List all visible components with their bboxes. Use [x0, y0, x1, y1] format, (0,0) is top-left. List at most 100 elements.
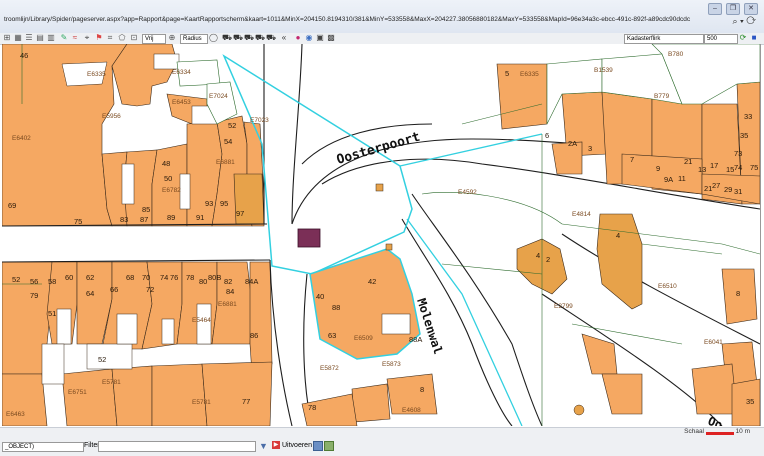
scale-dropdown[interactable]: 500	[704, 34, 738, 44]
filter-input[interactable]	[98, 441, 256, 452]
chevron-left-icon[interactable]: «	[280, 34, 288, 42]
table-icon[interactable]: ☰	[25, 34, 33, 42]
layer-dropdown[interactable]: Kadasterflirk	[624, 34, 704, 44]
polygon-tool-icon[interactable]: ⬠	[118, 34, 126, 42]
minimize-icon[interactable]: –	[708, 3, 722, 15]
parcel-id: E6782	[162, 187, 181, 194]
house-number: 75	[74, 217, 82, 226]
location-marker[interactable]	[297, 228, 321, 248]
scale-value: 10 m	[735, 428, 750, 435]
select-mode-dropdown[interactable]: Vrij	[142, 34, 166, 44]
house-number: 46	[20, 51, 28, 60]
house-number: 31	[734, 187, 742, 196]
house-number: 74	[160, 273, 168, 282]
record-icon[interactable]: ●	[294, 34, 302, 42]
run-button[interactable]: ▶ Uitvoeren	[272, 441, 312, 449]
parcel-id: E6453	[172, 99, 191, 106]
refresh-map-icon[interactable]: ⟳	[739, 34, 747, 42]
house-number: 93	[205, 199, 213, 208]
house-number: 33	[744, 112, 752, 121]
window-controls: – ❐ ✕	[708, 3, 758, 15]
house-number: 69	[8, 201, 16, 210]
identify-icon[interactable]: ⌖	[83, 34, 91, 42]
measure-icon[interactable]: ⊞	[3, 34, 11, 42]
house-number: 13	[698, 165, 706, 174]
house-number: 52	[98, 355, 106, 364]
parcel-id: E6881	[218, 301, 237, 308]
parcel-id: E5873	[382, 361, 401, 368]
close-icon[interactable]: ✕	[744, 3, 758, 15]
house-number: 8	[736, 289, 740, 298]
car-icon-5[interactable]: ⛟	[266, 34, 276, 42]
parcel-id: E5781	[192, 399, 211, 406]
cadastral-map[interactable]: Oosterpoort Molenwal Oo 46 69 75 83 87 8…	[2, 44, 760, 426]
zoom-box-icon[interactable]: ⊕	[168, 34, 176, 42]
line-tool-icon[interactable]: ≈	[71, 34, 79, 42]
layers-icon[interactable]: ▤	[36, 34, 44, 42]
car-icon-3[interactable]: ⛟	[244, 34, 254, 42]
house-number: 51	[48, 309, 56, 318]
parcel-id: E4592	[458, 189, 477, 196]
scale-bar	[706, 432, 734, 435]
car-icon-4[interactable]: ⛟	[255, 34, 265, 42]
select-tool-icon[interactable]: ⌗	[106, 34, 114, 42]
address-url[interactable]: troomlijn/Library/Spider/pageserver.aspx…	[4, 16, 724, 23]
funnel-icon[interactable]: ▼	[259, 441, 268, 451]
radius-dropdown[interactable]: Radius	[180, 34, 208, 44]
map-canvas[interactable]: Oosterpoort Molenwal Oo 46 69 75 83 87 8…	[2, 44, 761, 426]
house-number: 17	[710, 161, 718, 170]
house-number: 35	[746, 397, 754, 406]
house-number: 63	[328, 331, 336, 340]
house-number: 52	[228, 121, 236, 130]
parcel-id: E5464	[192, 317, 211, 324]
print-icon[interactable]: ▣	[316, 34, 324, 42]
export-excel-icon[interactable]	[313, 441, 323, 451]
house-number: 48	[162, 159, 170, 168]
car-icon-2[interactable]: ⛟	[233, 34, 243, 42]
house-number: 2A	[568, 139, 577, 148]
parcel-id: B1539	[594, 67, 613, 74]
export-table-icon[interactable]	[324, 441, 334, 451]
house-number: 76	[170, 273, 178, 282]
house-number: 82	[224, 277, 232, 286]
house-number: 75	[750, 163, 758, 172]
parcel-id: B780	[668, 51, 684, 58]
parcel-id: E6335	[520, 71, 539, 78]
search-refresh-icons[interactable]: ⌕ ▾ ⟳	[733, 16, 756, 27]
house-number: 86	[250, 331, 258, 340]
grid-icon[interactable]: ▦	[14, 34, 22, 42]
restore-icon[interactable]: ❐	[726, 3, 740, 15]
circle-tool-icon[interactable]: ◯	[209, 34, 218, 42]
house-number: 60	[65, 273, 73, 282]
house-number: 91	[196, 213, 204, 222]
house-number: 78	[186, 273, 194, 282]
edit-icon[interactable]: ✎	[60, 34, 68, 42]
marker-icon[interactable]: ⚑	[95, 34, 103, 42]
export-icon[interactable]: ▩	[327, 34, 335, 42]
house-number: 21	[684, 157, 692, 166]
point-tool-icon[interactable]: ⊡	[130, 34, 138, 42]
tree-symbol	[573, 404, 585, 416]
parcel-id: E6463	[6, 411, 25, 418]
house-number: 50	[164, 174, 172, 183]
parcel-id: B779	[654, 93, 670, 100]
house-number: 78	[308, 403, 316, 412]
house-number: 87	[140, 215, 148, 224]
parcel-88a-courtyard	[381, 313, 411, 335]
house-number: 62	[86, 273, 94, 282]
house-number: 29	[724, 185, 732, 194]
legend-icon[interactable]: ▥	[47, 34, 55, 42]
house-number: 84	[226, 287, 234, 296]
house-number: 8	[420, 385, 424, 394]
house-number: 4	[616, 231, 620, 240]
house-number: 89	[167, 213, 175, 222]
browser-address-bar: – ❐ ✕ troomlijn/Library/Spider/pageserve…	[0, 0, 764, 34]
globe-icon[interactable]: ◉	[305, 34, 313, 42]
house-number: 5	[505, 69, 509, 78]
house-number: 74	[734, 163, 742, 172]
object-type-dropdown[interactable]: _OBJECT)	[2, 442, 84, 452]
info-icon[interactable]: ■	[750, 34, 758, 42]
house-number: 2	[546, 255, 550, 264]
car-icon-1[interactable]: ⛟	[222, 34, 232, 42]
house-number: 66	[110, 285, 118, 294]
